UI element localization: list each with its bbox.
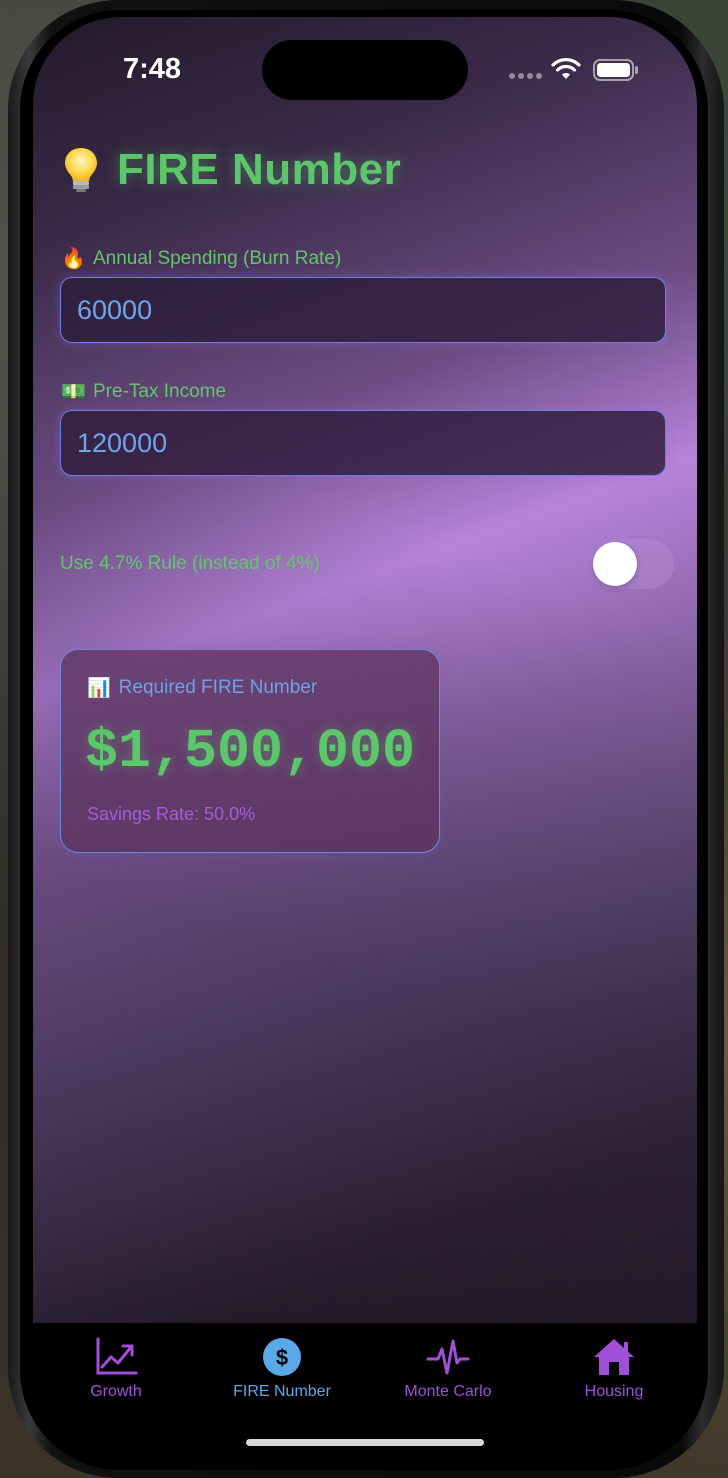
home-indicator[interactable] — [246, 1439, 484, 1446]
pretax-income-input[interactable]: 120000 — [60, 410, 666, 476]
rule-toggle-switch[interactable] — [590, 539, 674, 589]
tab-growth[interactable]: Growth — [41, 1337, 191, 1401]
tab-housing-label: Housing — [584, 1383, 644, 1400]
toggle-knob — [593, 542, 637, 586]
tab-monte-carlo[interactable]: Monte Carlo — [373, 1337, 523, 1401]
tab-fire-number[interactable]: $ FIRE Number — [207, 1337, 357, 1401]
rule-toggle-label: Use 4.7% Rule (instead of 4%) — [60, 553, 320, 574]
fire-number-value: $1,500,000 — [85, 720, 416, 783]
dynamic-island — [262, 40, 468, 100]
bar-chart-icon: 📊 — [87, 678, 111, 699]
page-title-text: FIRE Number — [117, 145, 402, 194]
svg-text:$: $ — [276, 1345, 288, 1370]
fire-icon: 🔥 — [61, 248, 86, 270]
tab-growth-label: Growth — [90, 1383, 142, 1400]
house-icon — [594, 1339, 634, 1375]
result-label-text: Required FIRE Number — [118, 677, 318, 698]
annual-spending-input[interactable]: 60000 — [60, 277, 666, 343]
page-title: FIRE Number — [63, 145, 401, 195]
fire-result-card: 📊 Required FIRE Number $1,500,000 Saving… — [60, 649, 440, 853]
pretax-income-label: 💵 Pre-Tax Income — [61, 379, 226, 404]
pretax-income-label-text: Pre-Tax Income — [93, 380, 227, 402]
tab-housing[interactable]: Housing — [539, 1337, 689, 1401]
phone-screen: 7:48 FIRE Number 🔥 Annual Spending (Burn… — [33, 17, 697, 1467]
tab-fire-number-label: FIRE Number — [233, 1383, 331, 1400]
chart-line-icon — [96, 1337, 138, 1375]
cellular-signal-icon — [509, 73, 543, 79]
wifi-icon — [551, 58, 581, 79]
result-label: 📊 Required FIRE Number — [87, 676, 317, 700]
dollar-circle-icon: $ — [263, 1338, 301, 1376]
annual-spending-label: 🔥 Annual Spending (Burn Rate) — [61, 246, 341, 271]
annual-spending-label-text: Annual Spending (Burn Rate) — [93, 247, 342, 269]
waveform-icon — [426, 1339, 470, 1375]
tab-monte-carlo-label: Monte Carlo — [404, 1383, 492, 1400]
money-icon: 💵 — [61, 381, 86, 403]
savings-rate-text: Savings Rate: 50.0% — [87, 804, 256, 824]
battery-icon — [593, 59, 638, 81]
status-time: 7:48 — [123, 53, 182, 85]
lightbulb-icon — [65, 148, 97, 192]
